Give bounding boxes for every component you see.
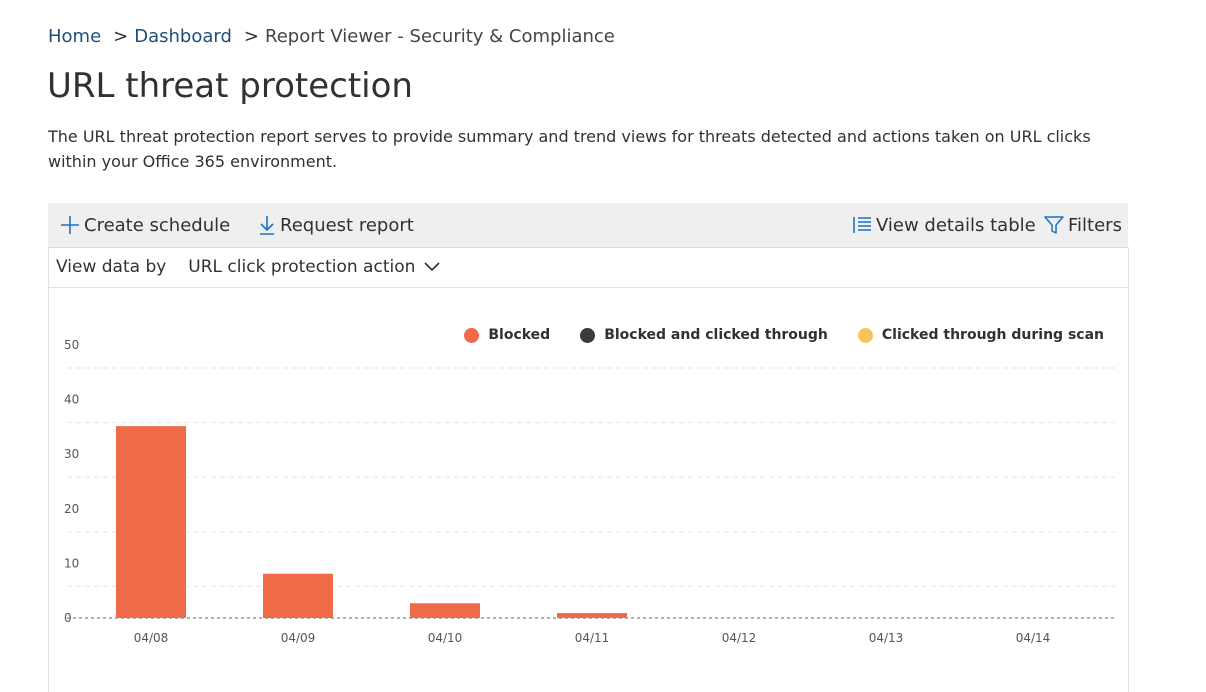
breadcrumb: Home > Dashboard > Report Viewer - Security … bbox=[48, 26, 615, 47]
chart-panel: View data by URL click protection action… bbox=[48, 247, 1129, 692]
legend-dot bbox=[580, 327, 596, 343]
legend-label: Blocked bbox=[488, 327, 551, 343]
legend-dot bbox=[464, 327, 480, 343]
filter-icon bbox=[1044, 215, 1064, 235]
list-icon bbox=[852, 215, 872, 235]
breadcrumb-separator: > bbox=[243, 26, 259, 47]
legend-item-blocked[interactable]: Blocked bbox=[464, 327, 550, 343]
request-report-button[interactable]: Request report bbox=[258, 203, 414, 247]
legend-dot bbox=[857, 327, 873, 343]
download-icon bbox=[258, 215, 276, 235]
chart-legend: Blocked Blocked and clicked through Clic… bbox=[434, 327, 1104, 343]
bar[interactable] bbox=[116, 426, 186, 618]
request-report-label: Request report bbox=[280, 214, 414, 236]
legend-item-blocked-and-clicked-through[interactable]: Blocked and clicked through bbox=[580, 327, 828, 343]
breadcrumb-current: Report Viewer - Security & Compliance bbox=[265, 26, 615, 47]
x-tick-label: 04/11 bbox=[575, 631, 610, 645]
y-tick-label: 30 bbox=[64, 447, 79, 461]
x-tick-label: 04/12 bbox=[722, 631, 757, 645]
x-tick-label: 04/10 bbox=[428, 631, 463, 645]
breadcrumb-home-link[interactable]: Home bbox=[48, 26, 101, 47]
url-threat-chart: 5040302010004/08 04/09 04/10 04/11 04/12 04/1… bbox=[64, 338, 1115, 645]
legend-item-clicked-through-during-scan[interactable]: Clicked through during scan bbox=[857, 327, 1104, 343]
x-tick-label: 04/08 bbox=[134, 631, 169, 645]
bar[interactable] bbox=[557, 613, 627, 618]
x-tick-label: 04/14 bbox=[1016, 631, 1051, 645]
page-description: The URL threat protection report serves … bbox=[48, 127, 1091, 171]
y-tick-label: 10 bbox=[64, 556, 79, 570]
x-tick-label: 04/13 bbox=[869, 631, 904, 645]
report-toolbar: Create schedule Request report View deta… bbox=[48, 203, 1128, 248]
plus-icon bbox=[60, 215, 80, 235]
y-tick-label: 20 bbox=[64, 502, 79, 516]
page-title: URL threat protection bbox=[47, 66, 413, 106]
create-schedule-button[interactable]: Create schedule bbox=[60, 203, 230, 247]
create-schedule-label: Create schedule bbox=[84, 214, 231, 236]
bar[interactable] bbox=[410, 603, 480, 618]
breadcrumb-separator: > bbox=[113, 26, 129, 47]
view-details-table-label: View details table bbox=[876, 214, 1036, 236]
legend-label: Blocked and clicked through bbox=[604, 327, 828, 343]
view-details-table-button[interactable]: View details table bbox=[852, 203, 1036, 247]
filters-button[interactable]: Filters bbox=[1044, 203, 1122, 247]
filters-label: Filters bbox=[1068, 214, 1122, 236]
x-tick-label: 04/09 bbox=[281, 631, 316, 645]
legend-label: Clicked through during scan bbox=[881, 327, 1104, 343]
y-tick-label: 50 bbox=[64, 338, 79, 352]
y-tick-label: 40 bbox=[64, 393, 79, 407]
bar[interactable] bbox=[263, 573, 333, 618]
breadcrumb-dashboard-link[interactable]: Dashboard bbox=[134, 26, 232, 47]
